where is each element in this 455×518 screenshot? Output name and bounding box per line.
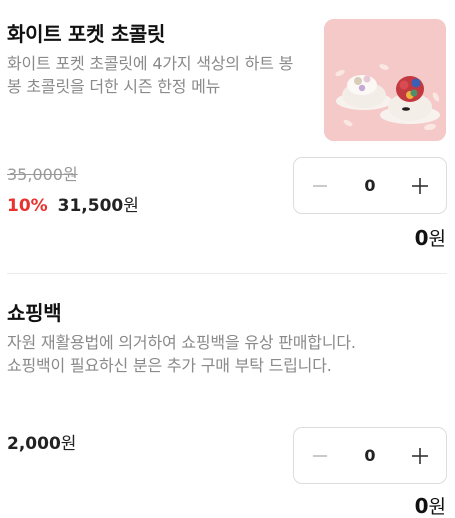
chocolate-dessert-illustration	[324, 19, 446, 141]
minus-icon	[313, 454, 327, 457]
product-image[interactable]	[324, 19, 446, 141]
quantity-stepper: 0	[293, 427, 447, 484]
minus-icon	[313, 184, 327, 187]
product-item-white-pocket-chocolate: 화이트 포켓 초콜릿 화이트 포켓 초콜릿에 4가지 색상의 하트 봉봉 초콜릿…	[0, 0, 455, 262]
quantity-value: 0	[364, 446, 376, 465]
sale-price: 31,500	[57, 196, 124, 216]
currency-unit: 원	[60, 434, 77, 454]
discount-rate: 10%	[7, 196, 48, 216]
price-row: 2,000원	[7, 429, 76, 454]
decrease-button[interactable]	[294, 428, 346, 483]
currency-unit: 원	[428, 496, 446, 518]
product-description: 자원 재활용법에 의거하여 쇼핑백을 유상 판매합니다. 쇼핑백이 필요하신 분…	[7, 333, 356, 375]
item-total: 0원	[415, 224, 446, 251]
item-total-amount: 0	[414, 494, 429, 518]
item-total: 0원	[415, 492, 446, 518]
currency-unit: 원	[123, 196, 139, 216]
quantity-value: 0	[364, 176, 376, 195]
plus-icon	[412, 447, 428, 464]
increase-button[interactable]	[394, 158, 446, 213]
plus-icon	[412, 177, 428, 194]
product-title: 화이트 포켓 초콜릿	[7, 22, 166, 46]
divider	[7, 273, 447, 274]
original-price: 35,000원	[7, 165, 78, 184]
product-item-shopping-bag: 쇼핑백 자원 재활용법에 의거하여 쇼핑백을 유상 판매합니다. 쇼핑백이 필요…	[0, 276, 455, 518]
product-title: 쇼핑백	[7, 301, 62, 325]
price: 2,000	[7, 434, 61, 454]
decrease-button[interactable]	[294, 158, 346, 213]
currency-unit: 원	[428, 228, 446, 250]
quantity-stepper: 0	[293, 157, 447, 214]
item-total-amount: 0	[414, 226, 429, 250]
sale-price-row: 10% 31,500원	[7, 191, 139, 216]
product-description: 화이트 포켓 초콜릿에 4가지 색상의 하트 봉봉 초콜릿을 더한 시즌 한정 …	[7, 54, 294, 96]
increase-button[interactable]	[394, 428, 446, 483]
